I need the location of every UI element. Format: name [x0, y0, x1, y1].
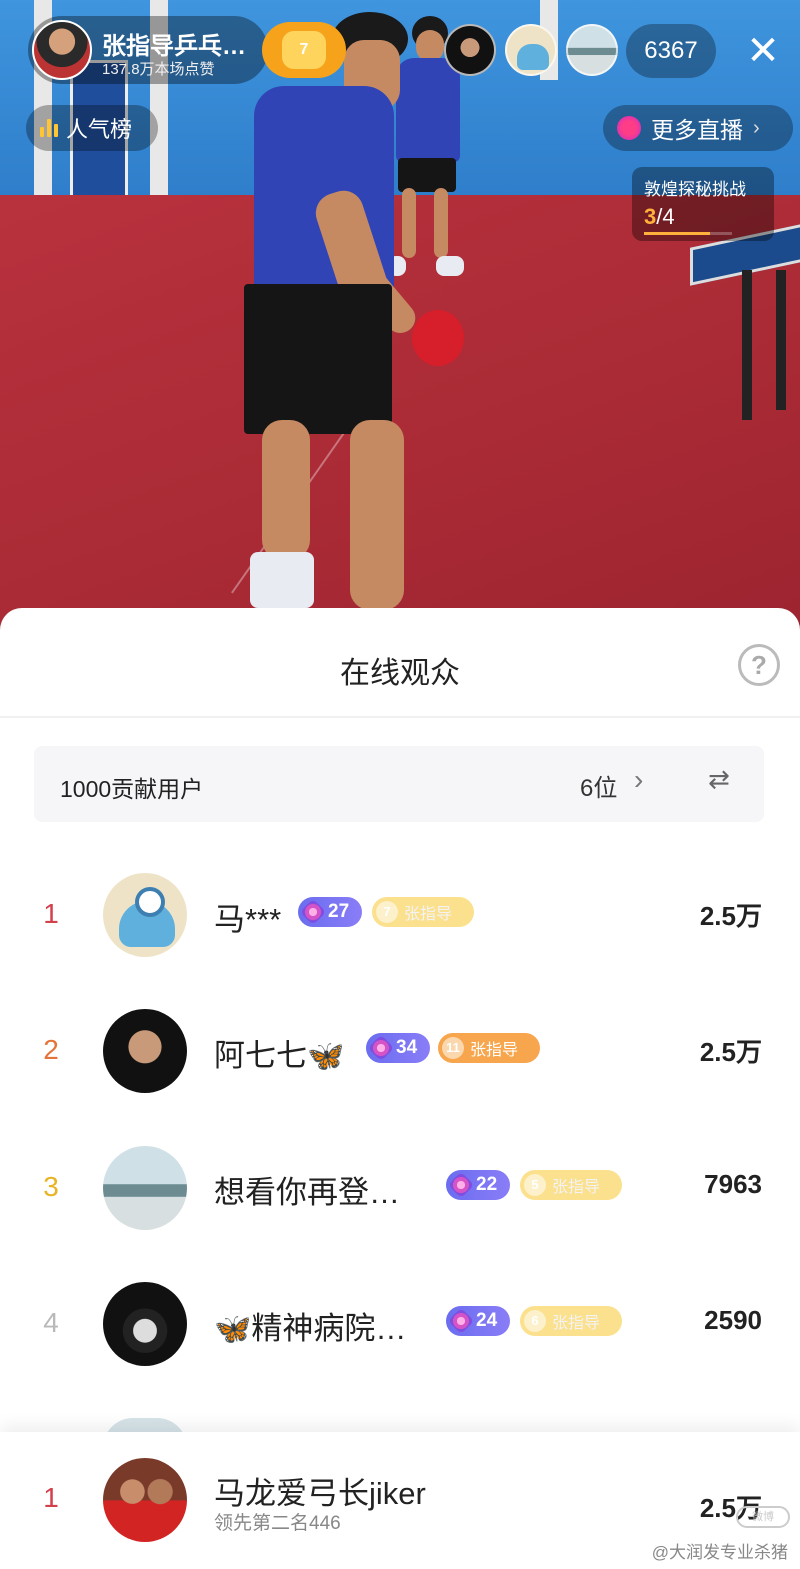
- divider: [0, 716, 800, 718]
- host-likes: 137.8万本场点赞: [102, 61, 215, 78]
- user-name: 🦋精神病院…: [214, 1311, 407, 1346]
- host-avatar[interactable]: [32, 20, 92, 80]
- gem-icon: [447, 1171, 475, 1199]
- butterfly-icon: 🦋: [214, 1313, 252, 1346]
- contributors-bar[interactable]: 1000贡献用户 6位 › ⇄: [34, 746, 764, 822]
- fan-club-button[interactable]: 7: [262, 22, 346, 78]
- fan-level: 7: [299, 41, 309, 58]
- host-info[interactable]: 张指导乒乓… 137.8万本场点赞: [28, 16, 268, 84]
- user-level-badge: 24: [446, 1306, 510, 1336]
- popularity-rank-label: 人气榜: [66, 117, 133, 142]
- challenge-progress-bar: [644, 232, 732, 235]
- fan-club-badge: 5 张指导: [520, 1170, 622, 1200]
- swap-icon[interactable]: ⇄: [708, 764, 730, 795]
- gem-icon: [367, 1034, 395, 1062]
- contribution-amount: 7963: [704, 1169, 762, 1199]
- more-live-button[interactable]: 更多直播 ›: [603, 105, 793, 151]
- fan-club-badge: 11 张指导: [438, 1033, 540, 1063]
- red-paddle: [412, 310, 464, 366]
- contribution-amount: 2.5万: [699, 901, 762, 931]
- bar-chart-icon: [40, 119, 58, 137]
- user-name: 马***: [214, 902, 282, 937]
- rank-number: 2: [43, 1034, 59, 1065]
- user-level-badge: 22: [446, 1170, 510, 1200]
- contribution-amount: 2590: [704, 1305, 762, 1335]
- watermark: @大润发专业杀猪: [651, 1543, 788, 1562]
- my-lead-text: 领先第二名446: [214, 1513, 341, 1534]
- host-name: 张指导乒乓…: [102, 33, 246, 60]
- list-item[interactable]: 4 🦋精神病院… 24 6 张指导 2590: [0, 1277, 800, 1377]
- my-rank-number: 1: [43, 1482, 59, 1513]
- rank-number: 1: [43, 898, 59, 929]
- viewer-avatar[interactable]: [444, 24, 496, 76]
- contributors-label: 1000贡献用户: [60, 776, 204, 802]
- user-level-badge: 34: [366, 1033, 430, 1063]
- challenge-title: 敦煌探秘挑战: [644, 180, 746, 199]
- fish-icon: [517, 44, 549, 70]
- gem-icon: [447, 1307, 475, 1335]
- contribution-amount: 2.5万: [699, 1037, 762, 1067]
- popularity-rank-button[interactable]: 人气榜: [26, 105, 158, 151]
- contributors-count: 6位: [580, 775, 618, 802]
- chevron-right-icon: ›: [634, 764, 644, 795]
- challenge-total: /4: [656, 204, 675, 229]
- help-icon[interactable]: ?: [738, 644, 780, 686]
- viewer-count[interactable]: 6367: [626, 24, 716, 78]
- challenge-current: 3: [644, 204, 657, 229]
- table-leg: [742, 270, 752, 420]
- chevron-right-icon: ›: [753, 116, 760, 139]
- viewer-avatar[interactable]: [566, 24, 618, 76]
- avatar[interactable]: [103, 873, 187, 957]
- viewer-avatar[interactable]: [505, 24, 557, 76]
- rank-number: 4: [43, 1307, 59, 1338]
- more-live-label: 更多直播: [651, 117, 743, 143]
- sheet-title: 在线观众: [340, 657, 460, 690]
- challenge-progress: 3/4: [644, 204, 762, 230]
- avatar[interactable]: [103, 1146, 187, 1230]
- my-name: 马龙爱弓长jiker: [214, 1476, 426, 1511]
- my-rank-bar[interactable]: 1 马龙爱弓长jiker 领先第二名446 2.5万 @大润发专业杀猪: [0, 1432, 800, 1569]
- avatar[interactable]: [103, 1282, 187, 1366]
- live-video[interactable]: [0, 0, 800, 630]
- user-name: 阿七七🦋: [214, 1038, 345, 1073]
- fan-club-badge: 6 张指导: [520, 1306, 622, 1336]
- user-name: 想看你再登…: [214, 1175, 400, 1210]
- list-item[interactable]: 3 想看你再登… 22 5 张指导 7963: [0, 1141, 800, 1241]
- list-item[interactable]: 2 阿七七🦋 34 11 张指导 2.5万: [0, 1004, 800, 1104]
- close-icon[interactable]: ✕: [738, 26, 788, 76]
- list-item[interactable]: 1 马*** 27 7 张指导 2.5万: [0, 868, 800, 968]
- fan-heart-icon: 7: [282, 31, 326, 69]
- watermark-logo: 微博: [736, 1506, 790, 1528]
- butterfly-icon: 🦋: [307, 1040, 345, 1073]
- avatar[interactable]: [103, 1009, 187, 1093]
- my-avatar[interactable]: [103, 1458, 187, 1542]
- user-level-badge: 27: [298, 897, 362, 927]
- table-leg: [776, 270, 786, 410]
- challenge-widget[interactable]: 敦煌探秘挑战 3/4: [632, 167, 774, 241]
- rank-number: 3: [43, 1171, 59, 1202]
- gem-icon: [299, 898, 327, 926]
- fan-club-badge: 7 张指导: [372, 897, 474, 927]
- live-dot-icon: [617, 116, 641, 140]
